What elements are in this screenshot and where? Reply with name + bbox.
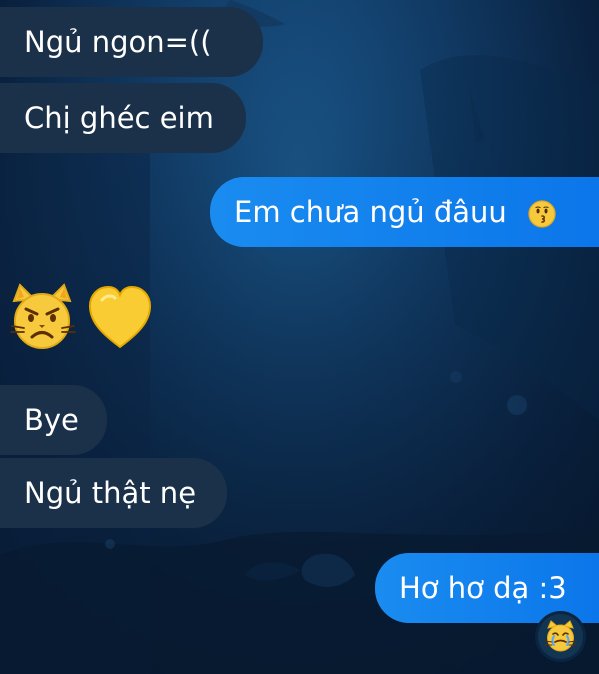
chat-thread: Ngủ ngon=(( Chị ghéc eim Em chưa ngủ đâu… <box>0 0 599 674</box>
message-reaction[interactable] <box>538 614 583 659</box>
message-bubble-incoming[interactable]: Ngủ ngon=(( <box>0 7 263 77</box>
message-bubble-incoming[interactable]: Ngủ thật nẹ <box>0 458 227 528</box>
message-text: Ngủ thật nẹ <box>24 476 197 510</box>
message-text: Em chưa ngủ đâuu <box>234 195 507 229</box>
yellow-heart-icon <box>88 285 152 349</box>
kissing-face-icon <box>528 200 556 228</box>
crying-cat-face-icon <box>544 620 577 652</box>
message-bubble-outgoing[interactable]: Hơ hơ dạ :3 <box>375 553 599 623</box>
message-text: Hơ hơ dạ :3 <box>399 571 567 605</box>
message-text: Chị ghéc eim <box>24 101 214 135</box>
message-text: Bye <box>24 403 79 437</box>
pouting-cat-face-icon <box>10 283 76 349</box>
message-text: Ngủ ngon=(( <box>24 25 212 59</box>
emoji-message-row[interactable] <box>6 281 166 353</box>
message-bubble-outgoing[interactable]: Em chưa ngủ đâuu <box>210 177 599 247</box>
message-bubble-incoming[interactable]: Bye <box>0 385 107 455</box>
message-bubble-incoming[interactable]: Chị ghéc eim <box>0 83 246 153</box>
